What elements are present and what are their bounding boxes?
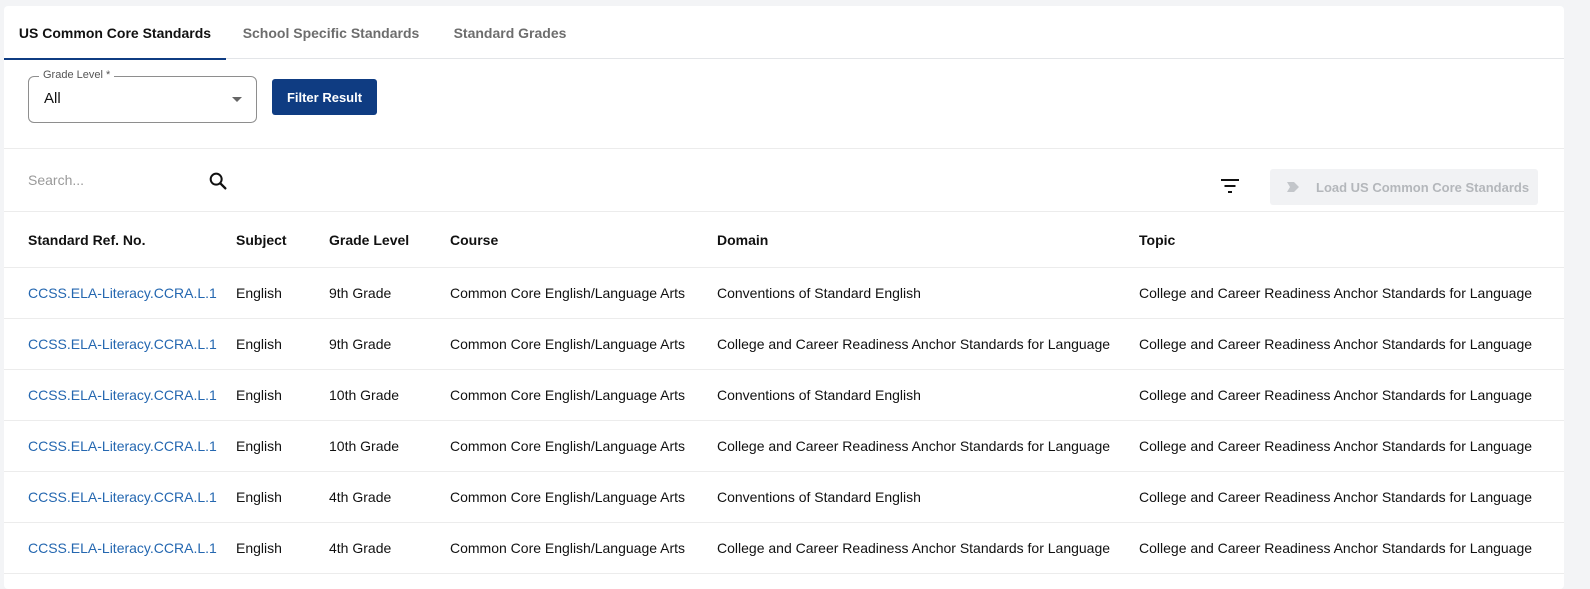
domain-cell: College and Career Readiness Anchor Stan… bbox=[717, 336, 1111, 352]
domain-cell: Conventions of Standard English bbox=[717, 285, 921, 301]
standard-ref-link[interactable]: CCSS.ELA-Literacy.CCRA.L.1 bbox=[28, 421, 217, 471]
course-cell: Common Core English/Language Arts bbox=[450, 336, 686, 352]
topic-cell: College and Career Readiness Anchor Stan… bbox=[1139, 489, 1533, 505]
domain-cell: College and Career Readiness Anchor Stan… bbox=[717, 540, 1111, 556]
table-row: CCSS.ELA-Literacy.CCRA.L.1 English 10th … bbox=[4, 370, 1564, 421]
header-standard-ref-no[interactable]: Standard Ref. No. bbox=[28, 212, 145, 267]
arrow-tag-icon bbox=[1287, 182, 1299, 192]
standard-ref-link[interactable]: CCSS.ELA-Literacy.CCRA.L.1 bbox=[28, 370, 217, 420]
table-row: CCSS.ELA-Literacy.CCRA.L.1 English 4th G… bbox=[4, 472, 1564, 523]
table-header: Standard Ref. No. Subject Grade Level Co… bbox=[4, 212, 1564, 268]
topic-cell: College and Career Readiness Anchor Stan… bbox=[1139, 540, 1533, 556]
subject-cell: English bbox=[236, 285, 282, 301]
header-grade-level[interactable]: Grade Level bbox=[329, 212, 409, 267]
standard-ref-link[interactable]: CCSS.ELA-Literacy.CCRA.L.1 bbox=[28, 523, 217, 573]
course-cell: Common Core English/Language Arts bbox=[450, 387, 686, 403]
grade-level-select[interactable]: Grade Level * All bbox=[28, 69, 257, 123]
table-row: CCSS.ELA-Literacy.CCRA.L.1 English 9th G… bbox=[4, 319, 1564, 370]
standard-ref-link[interactable]: CCSS.ELA-Literacy.CCRA.L.1 bbox=[28, 268, 217, 318]
header-course[interactable]: Course bbox=[450, 212, 498, 267]
tab-us-common-core-standards[interactable]: US Common Core Standards bbox=[4, 6, 226, 60]
subject-cell: English bbox=[236, 438, 282, 454]
tab-school-specific-standards[interactable]: School Specific Standards bbox=[226, 6, 436, 59]
grade-level-cell: 4th Grade bbox=[329, 489, 392, 505]
filter-result-button[interactable]: Filter Result bbox=[272, 79, 377, 115]
topic-cell: College and Career Readiness Anchor Stan… bbox=[1139, 387, 1533, 403]
topic-cell: College and Career Readiness Anchor Stan… bbox=[1139, 438, 1533, 454]
grade-level-cell: 10th Grade bbox=[329, 438, 400, 454]
header-topic[interactable]: Topic bbox=[1139, 212, 1175, 267]
grade-level-cell: 10th Grade bbox=[329, 387, 400, 403]
search-input[interactable] bbox=[28, 166, 198, 194]
filter-list-icon[interactable] bbox=[1218, 176, 1242, 196]
standard-ref-link[interactable]: CCSS.ELA-Literacy.CCRA.L.1 bbox=[28, 472, 217, 522]
header-subject[interactable]: Subject bbox=[236, 212, 287, 267]
dropdown-caret-icon bbox=[232, 97, 242, 102]
subject-cell: English bbox=[236, 540, 282, 556]
course-cell: Common Core English/Language Arts bbox=[450, 489, 686, 505]
table-row: CCSS.ELA-Literacy.CCRA.L.1 English 10th … bbox=[4, 421, 1564, 472]
grade-level-label: Grade Level * bbox=[39, 69, 115, 81]
domain-cell: Conventions of Standard English bbox=[717, 489, 921, 505]
load-button-label: Load US Common Core Standards bbox=[1316, 179, 1530, 195]
tab-bar: US Common Core Standards School Specific… bbox=[4, 6, 1564, 60]
header-domain[interactable]: Domain bbox=[717, 212, 768, 267]
grade-level-cell: 9th Grade bbox=[329, 336, 392, 352]
grade-level-cell: 9th Grade bbox=[329, 285, 392, 301]
topic-cell: College and Career Readiness Anchor Stan… bbox=[1139, 336, 1533, 352]
grade-level-value: All bbox=[44, 90, 61, 107]
course-cell: Common Core English/Language Arts bbox=[450, 285, 686, 301]
load-us-common-core-standards-button[interactable]: Load US Common Core Standards bbox=[1270, 169, 1538, 205]
divider bbox=[4, 148, 1564, 149]
table-row: CCSS.ELA-Literacy.CCRA.L.1 English 4th G… bbox=[4, 523, 1564, 574]
standards-panel: US Common Core Standards School Specific… bbox=[4, 6, 1564, 589]
subject-cell: English bbox=[236, 336, 282, 352]
domain-cell: Conventions of Standard English bbox=[717, 387, 921, 403]
topic-cell: College and Career Readiness Anchor Stan… bbox=[1139, 285, 1533, 301]
subject-cell: English bbox=[236, 489, 282, 505]
tab-standard-grades[interactable]: Standard Grades bbox=[436, 6, 584, 59]
search-icon[interactable] bbox=[207, 170, 229, 192]
subject-cell: English bbox=[236, 387, 282, 403]
table-row: CCSS.ELA-Literacy.CCRA.L.1 English 9th G… bbox=[4, 268, 1564, 319]
standard-ref-link[interactable]: CCSS.ELA-Literacy.CCRA.L.1 bbox=[28, 319, 217, 369]
course-cell: Common Core English/Language Arts bbox=[450, 540, 686, 556]
grade-level-cell: 4th Grade bbox=[329, 540, 392, 556]
domain-cell: College and Career Readiness Anchor Stan… bbox=[717, 438, 1111, 454]
course-cell: Common Core English/Language Arts bbox=[450, 438, 686, 454]
standards-table: Standard Ref. No. Subject Grade Level Co… bbox=[4, 212, 1564, 574]
